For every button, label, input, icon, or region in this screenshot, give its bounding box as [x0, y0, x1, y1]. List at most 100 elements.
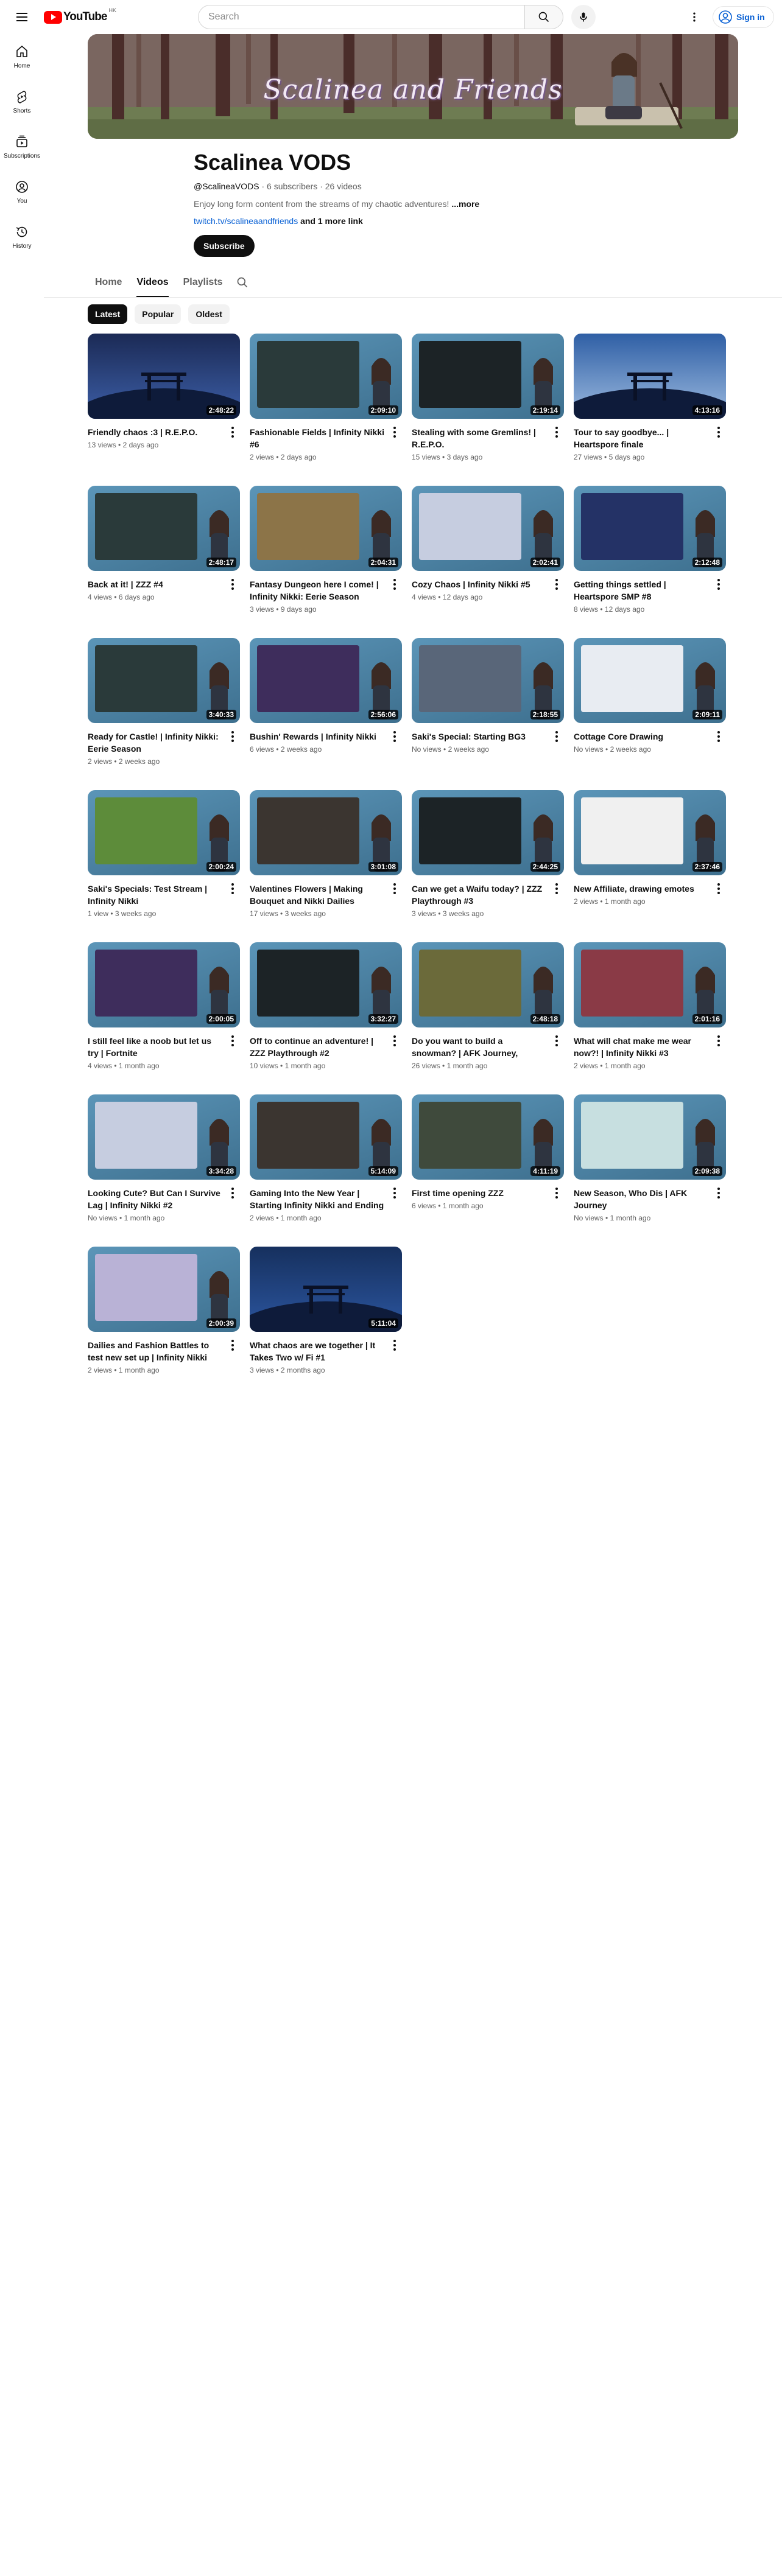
video-title[interactable]: Can we get a Waifu today? | ZZZ Playthro… [412, 883, 547, 907]
video-menu-button[interactable] [711, 577, 726, 592]
video-title[interactable]: What chaos are we together | It Takes Tw… [250, 1339, 385, 1363]
video-menu-button[interactable] [387, 425, 402, 439]
search-button[interactable] [524, 5, 563, 29]
video-title[interactable]: Do you want to build a snowman? | AFK Jo… [412, 1035, 547, 1059]
video-title[interactable]: First time opening ZZZ [412, 1187, 547, 1199]
video-title[interactable]: Back at it! | ZZZ #4 [88, 578, 223, 590]
search-input[interactable] [198, 5, 524, 29]
video-thumbnail[interactable]: 2:48:22 [88, 334, 240, 419]
nav-subscriptions[interactable]: Subscriptions [2, 124, 41, 169]
video-thumbnail[interactable]: 3:40:33 [88, 638, 240, 723]
video-thumbnail[interactable]: 2:37:46 [574, 790, 726, 875]
video-menu-button[interactable] [549, 577, 564, 592]
video-thumbnail[interactable]: 2:19:14 [412, 334, 564, 419]
video-card[interactable]: 2:18:55 Saki's Special: Starting BG3 No vi… [412, 638, 564, 790]
video-menu-button[interactable] [711, 1034, 726, 1048]
video-card[interactable]: 2:37:46 New Affiliate, drawing emotes 2 vi… [574, 790, 726, 942]
twitch-link[interactable]: twitch.tv/scalineaandfriends [194, 216, 298, 226]
video-thumbnail[interactable]: 2:01:16 [574, 942, 726, 1027]
video-title[interactable]: Ready for Castle! | Infinity Nikki: Eeri… [88, 730, 223, 755]
voice-search-button[interactable] [571, 5, 596, 29]
channel-description[interactable]: Enjoy long form content from the streams… [194, 199, 479, 209]
channel-search-button[interactable] [230, 268, 255, 297]
video-thumbnail[interactable]: 2:02:41 [412, 486, 564, 571]
video-title[interactable]: New Season, Who Dis | AFK Journey [574, 1187, 709, 1211]
video-menu-button[interactable] [225, 1338, 240, 1353]
tab-playlists[interactable]: Playlists [176, 268, 230, 297]
video-card[interactable]: 2:56:06 Bushin' Rewards | Infinity Nikki 6… [250, 638, 402, 790]
video-menu-button[interactable] [549, 1034, 564, 1048]
video-thumbnail[interactable]: 5:14:09 [250, 1094, 402, 1180]
video-card[interactable]: 2:04:31 Fantasy Dungeon here I come! | In… [250, 486, 402, 638]
video-card[interactable]: 5:14:09 Gaming Into the New Year | Starti… [250, 1094, 402, 1247]
video-title[interactable]: Dailies and Fashion Battles to test new … [88, 1339, 223, 1363]
video-card[interactable]: 2:48:17 Back at it! | ZZZ #4 4 views • 6 d… [88, 486, 240, 638]
video-menu-button[interactable] [225, 881, 240, 896]
video-thumbnail[interactable]: 2:44:25 [412, 790, 564, 875]
youtube-logo[interactable]: YouTube HK [44, 7, 116, 24]
subscribe-button[interactable]: Subscribe [194, 235, 255, 257]
video-thumbnail[interactable]: 3:32:27 [250, 942, 402, 1027]
settings-menu-button[interactable] [682, 5, 706, 29]
nav-shorts[interactable]: Shorts [2, 79, 41, 124]
video-menu-button[interactable] [225, 1186, 240, 1200]
sign-in-button[interactable]: Sign in [713, 6, 774, 28]
video-card[interactable]: 2:12:48 Getting things settled | Heartspo… [574, 486, 726, 638]
video-title[interactable]: Saki's Specials: Test Stream | Infinity … [88, 883, 223, 907]
video-thumbnail[interactable]: 2:09:11 [574, 638, 726, 723]
video-title[interactable]: Gaming Into the New Year | Starting Infi… [250, 1187, 385, 1211]
video-card[interactable]: 2:00:05 I still feel like a noob but let … [88, 942, 240, 1094]
video-card[interactable]: 3:01:08 Valentines Flowers | Making Bouqu… [250, 790, 402, 942]
video-card[interactable]: 3:40:33 Ready for Castle! | Infinity Nikk… [88, 638, 240, 790]
video-title[interactable]: I still feel like a noob but let us try … [88, 1035, 223, 1059]
video-thumbnail[interactable]: 2:12:48 [574, 486, 726, 571]
video-thumbnail[interactable]: 2:00:24 [88, 790, 240, 875]
video-menu-button[interactable] [711, 425, 726, 439]
nav-history[interactable]: History [2, 214, 41, 259]
video-menu-button[interactable] [387, 729, 402, 744]
tab-videos[interactable]: Videos [129, 268, 175, 297]
video-menu-button[interactable] [225, 729, 240, 744]
video-menu-button[interactable] [549, 729, 564, 744]
video-menu-button[interactable] [387, 1034, 402, 1048]
nav-home[interactable]: Home [2, 34, 41, 79]
more-links-button[interactable]: and 1 more link [300, 216, 363, 226]
video-card[interactable]: 4:13:16 Tour to say goodbye... | Heartspo… [574, 334, 726, 486]
video-card[interactable]: 2:01:16 What will chat make me wear now?!… [574, 942, 726, 1094]
video-title[interactable]: What will chat make me wear now?! | Infi… [574, 1035, 709, 1059]
video-title[interactable]: Valentines Flowers | Making Bouquet and … [250, 883, 385, 907]
video-thumbnail[interactable]: 2:00:05 [88, 942, 240, 1027]
chip-latest[interactable]: Latest [88, 304, 128, 324]
video-title[interactable]: Tour to say goodbye... | Heartspore fina… [574, 426, 709, 450]
video-thumbnail[interactable]: 2:48:17 [88, 486, 240, 571]
video-title[interactable]: Bushin' Rewards | Infinity Nikki [250, 730, 385, 743]
video-title[interactable]: Getting things settled | Heartspore SMP … [574, 578, 709, 603]
video-title[interactable]: New Affiliate, drawing emotes [574, 883, 709, 895]
video-thumbnail[interactable]: 2:09:10 [250, 334, 402, 419]
video-thumbnail[interactable]: 2:09:38 [574, 1094, 726, 1180]
video-card[interactable]: 2:48:18 Do you want to build a snowman? |… [412, 942, 564, 1094]
video-menu-button[interactable] [387, 1186, 402, 1200]
video-card[interactable]: 2:19:14 Stealing with some Gremlins! | R.… [412, 334, 564, 486]
video-title[interactable]: Fashionable Fields | Infinity Nikki #6 [250, 426, 385, 450]
video-thumbnail[interactable]: 2:56:06 [250, 638, 402, 723]
video-menu-button[interactable] [225, 577, 240, 592]
video-card[interactable]: 2:09:11 Cottage Core Drawing No views • 2 … [574, 638, 726, 790]
video-card[interactable]: 2:09:38 New Season, Who Dis | AFK Journey… [574, 1094, 726, 1247]
chip-oldest[interactable]: Oldest [188, 304, 230, 324]
video-thumbnail[interactable]: 3:34:28 [88, 1094, 240, 1180]
video-menu-button[interactable] [711, 1186, 726, 1200]
video-menu-button[interactable] [387, 1338, 402, 1353]
video-title[interactable]: Saki's Special: Starting BG3 [412, 730, 547, 743]
video-card[interactable]: 3:32:27 Off to continue an adventure! | Z… [250, 942, 402, 1094]
video-menu-button[interactable] [549, 881, 564, 896]
video-menu-button[interactable] [711, 881, 726, 896]
video-menu-button[interactable] [549, 1186, 564, 1200]
video-card[interactable]: 2:48:22 Friendly chaos :3 | R.E.P.O. 13 vi… [88, 334, 240, 486]
video-thumbnail[interactable]: 3:01:08 [250, 790, 402, 875]
video-title[interactable]: Stealing with some Gremlins! | R.E.P.O. [412, 426, 547, 450]
video-title[interactable]: Friendly chaos :3 | R.E.P.O. [88, 426, 223, 438]
video-thumbnail[interactable]: 4:13:16 [574, 334, 726, 419]
video-menu-button[interactable] [225, 1034, 240, 1048]
video-title[interactable]: Off to continue an adventure! | ZZZ Play… [250, 1035, 385, 1059]
